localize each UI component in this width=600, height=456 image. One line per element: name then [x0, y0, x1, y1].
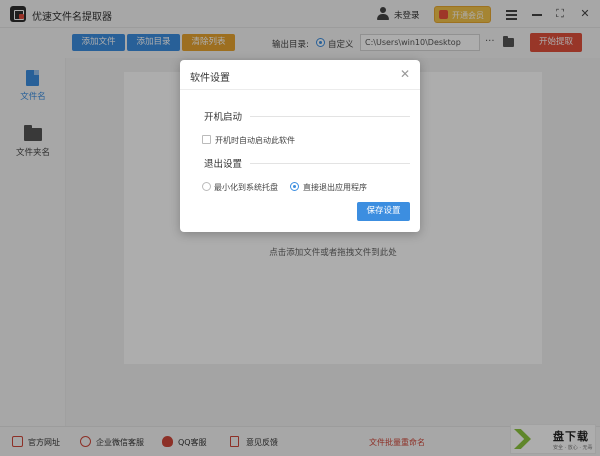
autostart-label[interactable]: 开机时自动启动此软件: [215, 135, 295, 146]
dialog-divider: [180, 89, 420, 90]
settings-dialog: 软件设置 ✕ 开机启动 开机时自动启动此软件 退出设置 最小化到系统托盘 直接退…: [180, 60, 420, 232]
startup-section-title: 开机启动: [204, 112, 243, 123]
minimize-to-tray-radio[interactable]: [202, 182, 211, 191]
section-divider: [250, 116, 410, 117]
exit-section-title: 退出设置: [204, 159, 243, 170]
exit-app-label[interactable]: 直接退出应用程序: [303, 182, 367, 193]
save-settings-button[interactable]: 保存设置: [357, 202, 410, 221]
autostart-checkbox[interactable]: [202, 135, 211, 144]
exit-app-radio[interactable]: [290, 182, 299, 191]
dialog-close-icon[interactable]: ✕: [399, 68, 411, 80]
app-window: 优速文件名提取器 未登录 开通会员 ⛶ ✕ 添加文件 添加目录 清除列表 输出目…: [0, 0, 600, 456]
dialog-title: 软件设置: [190, 73, 230, 84]
section-divider: [250, 163, 410, 164]
minimize-to-tray-label[interactable]: 最小化到系统托盘: [214, 182, 278, 193]
